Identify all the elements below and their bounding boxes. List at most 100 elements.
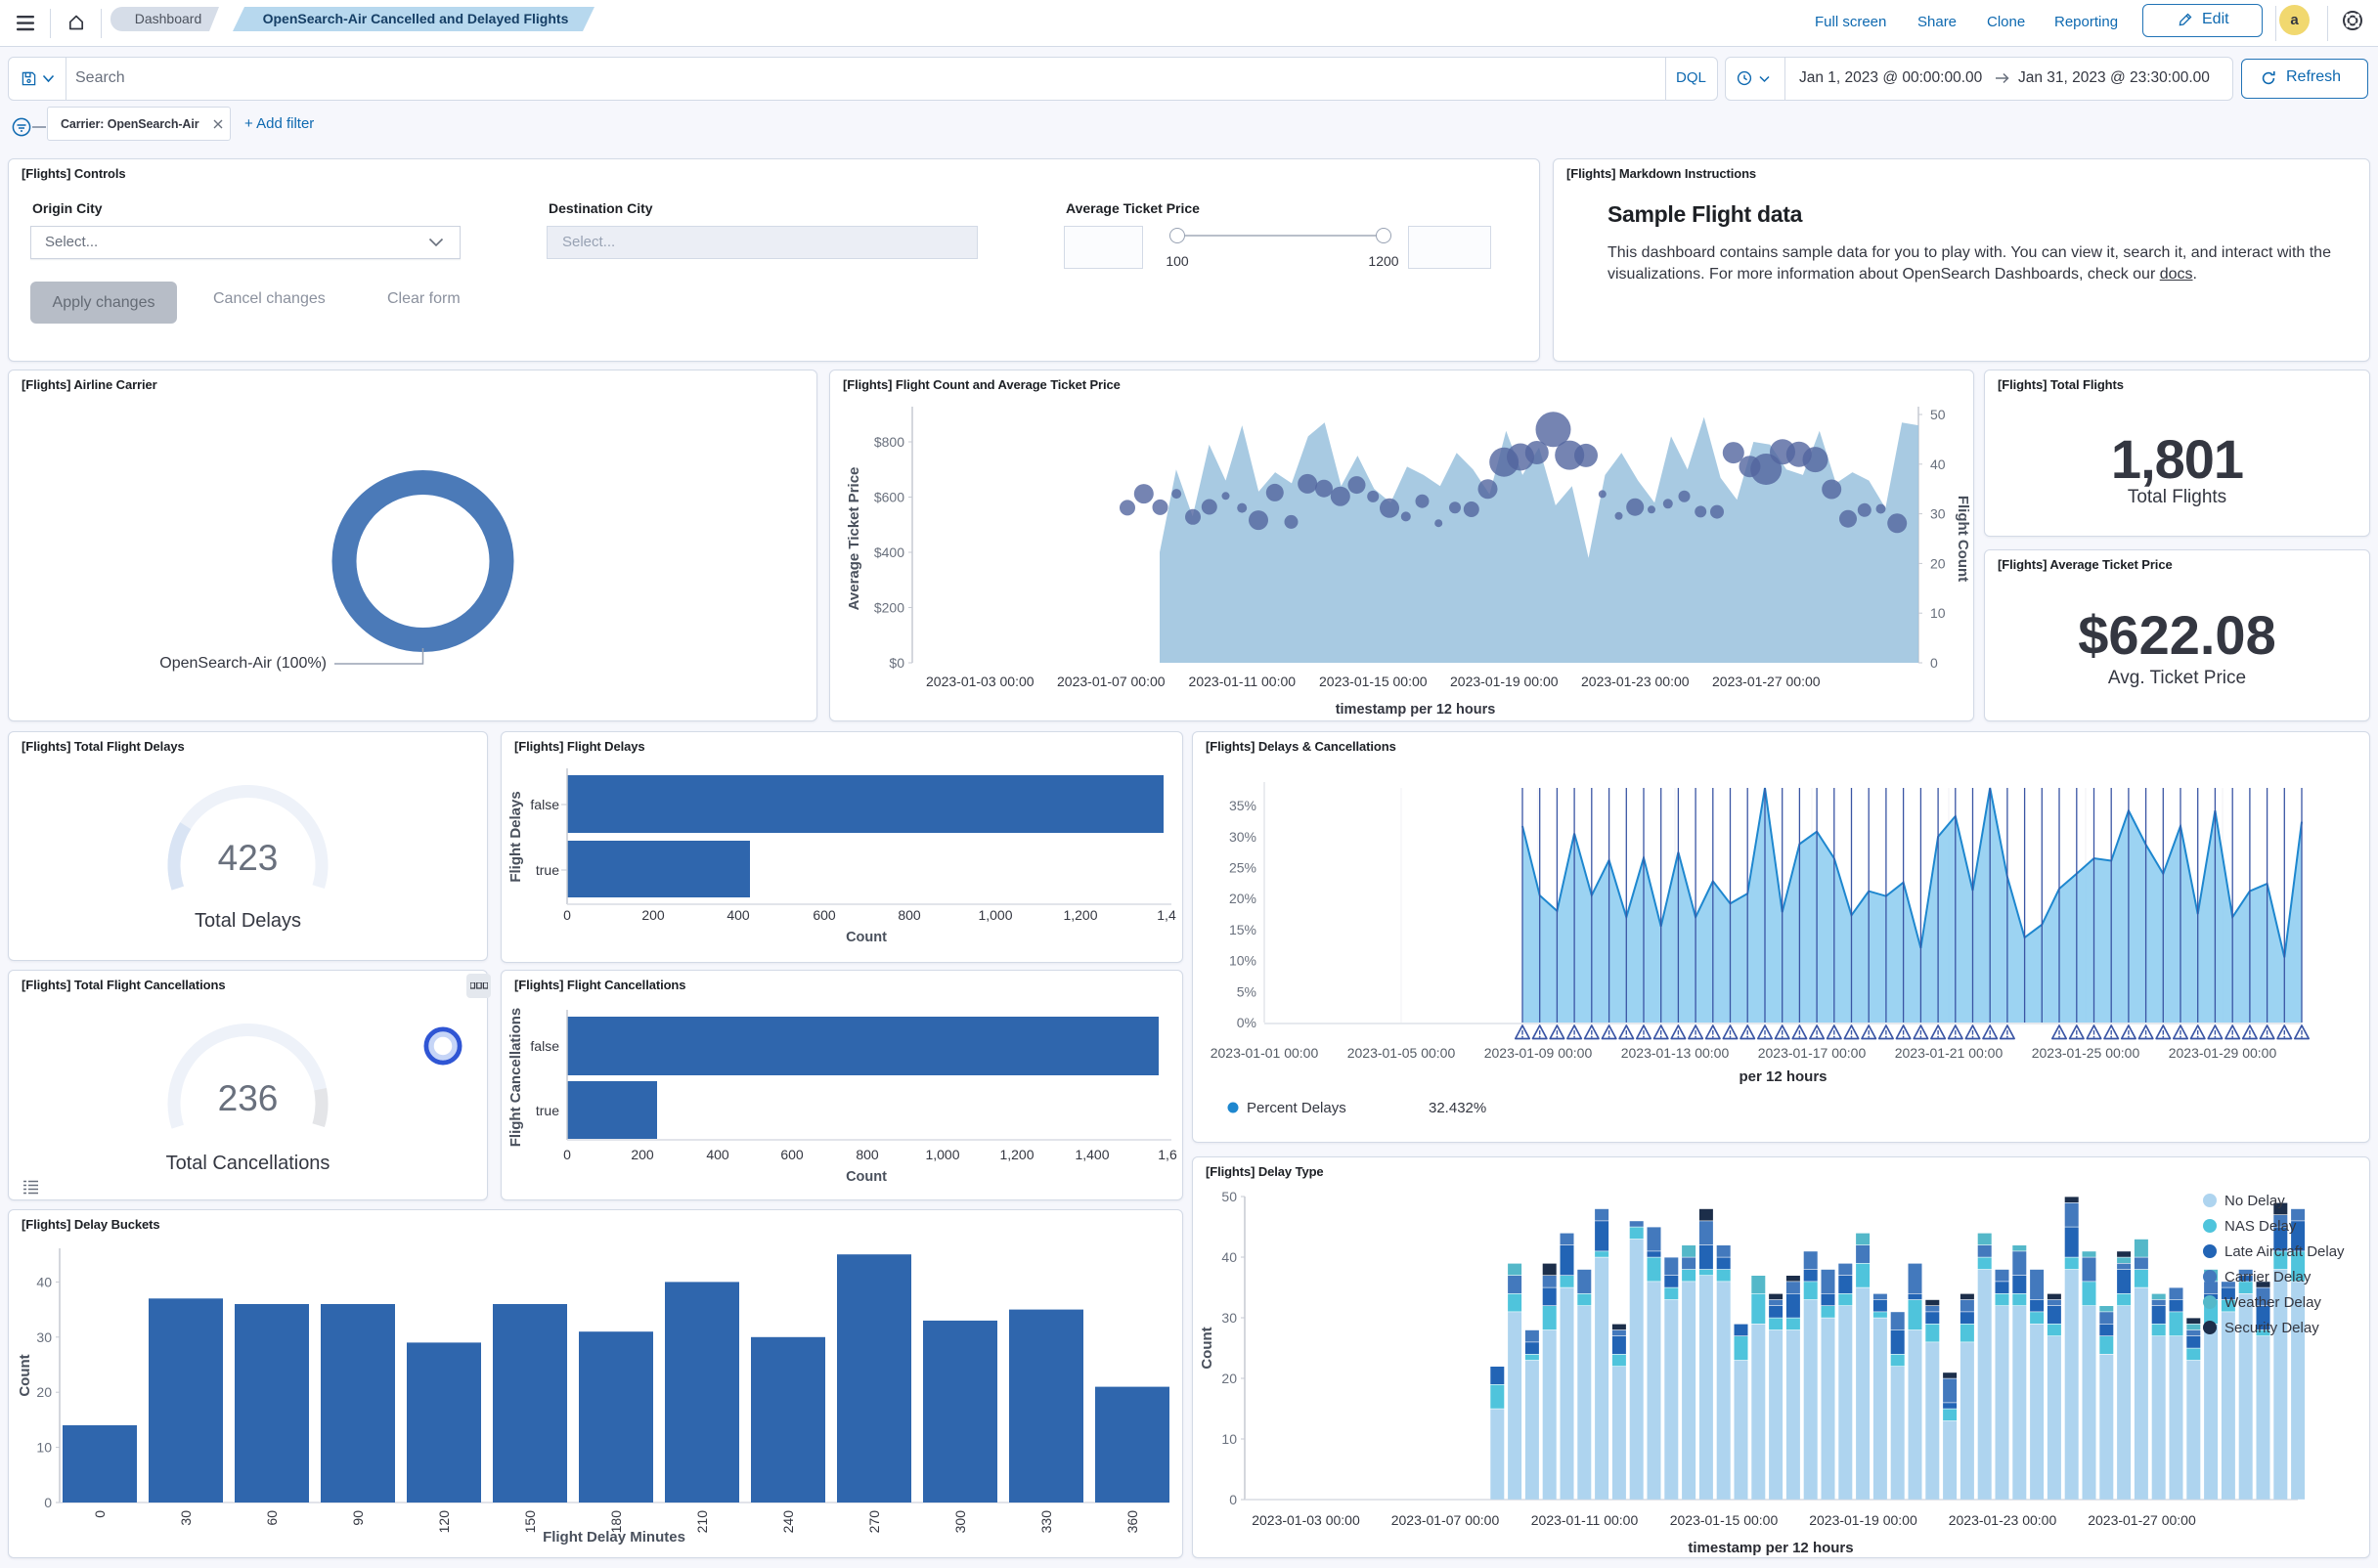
svg-text:10: 10 [1221,1431,1237,1447]
svg-text:30: 30 [1930,506,1946,522]
svg-text:0: 0 [1229,1492,1237,1507]
svg-text:2023-01-11 00:00: 2023-01-11 00:00 [1531,1512,1639,1528]
svg-text:Percent Delays: Percent Delays [1247,1100,1346,1116]
svg-text:Flight Count: Flight Count [1955,496,1971,582]
svg-text:5%: 5% [1237,983,1256,999]
svg-text:1,000: 1,000 [978,907,1012,923]
svg-text:2023-01-07 00:00: 2023-01-07 00:00 [1391,1512,1500,1528]
svg-text:Count: Count [17,1354,33,1396]
svg-text:false: false [530,1038,559,1054]
svg-text:800: 800 [898,907,921,923]
svg-text:1,000: 1,000 [925,1147,959,1162]
svg-text:Weather Delay: Weather Delay [2224,1294,2321,1311]
svg-text:Total Cancellations: Total Cancellations [166,1153,330,1174]
svg-text:20: 20 [1930,555,1946,571]
svg-text:25%: 25% [1229,860,1256,876]
svg-text:10: 10 [1930,605,1946,621]
svg-text:423: 423 [218,838,279,878]
svg-text:per 12 hours: per 12 hours [1739,1068,1827,1085]
svg-text:236: 236 [218,1078,279,1118]
svg-text:30%: 30% [1229,829,1256,845]
svg-text:$800: $800 [874,434,904,450]
svg-text:No Delay: No Delay [2224,1193,2285,1209]
svg-text:Flight Cancellations: Flight Cancellations [507,1008,524,1148]
svg-text:40: 40 [1930,457,1946,472]
svg-text:2023-01-19 00:00: 2023-01-19 00:00 [1450,674,1559,689]
svg-text:2023-01-13 00:00: 2023-01-13 00:00 [1621,1045,1730,1061]
svg-text:60: 60 [264,1510,280,1526]
svg-text:50: 50 [1930,407,1946,422]
svg-text:2023-01-27 00:00: 2023-01-27 00:00 [2088,1512,2196,1528]
svg-text:2023-01-29 00:00: 2023-01-29 00:00 [2169,1045,2277,1061]
svg-text:15%: 15% [1229,922,1256,937]
svg-text:40: 40 [36,1274,52,1289]
svg-text:$200: $200 [874,600,904,616]
svg-text:2023-01-01 00:00: 2023-01-01 00:00 [1211,1045,1319,1061]
svg-text:2023-01-03 00:00: 2023-01-03 00:00 [1252,1512,1360,1528]
svg-text:270: 270 [866,1510,882,1534]
svg-text:210: 210 [694,1510,710,1534]
svg-text:2023-01-05 00:00: 2023-01-05 00:00 [1347,1045,1456,1061]
svg-text:$0: $0 [889,655,904,671]
svg-text:Flight Delays: Flight Delays [507,791,524,882]
svg-text:30: 30 [178,1510,194,1526]
svg-text:NAS Delay: NAS Delay [2224,1218,2297,1235]
svg-text:600: 600 [780,1147,804,1162]
svg-text:1,4: 1,4 [1157,907,1176,923]
svg-text:1,200: 1,200 [1063,907,1097,923]
svg-text:400: 400 [727,907,750,923]
svg-text:Count: Count [846,1169,887,1185]
svg-text:120: 120 [436,1510,452,1534]
svg-text:Count: Count [1199,1327,1215,1369]
svg-text:200: 200 [641,907,665,923]
svg-text:2023-01-03 00:00: 2023-01-03 00:00 [926,674,1035,689]
svg-text:timestamp per 12 hours: timestamp per 12 hours [1688,1540,1853,1556]
svg-text:2023-01-15 00:00: 2023-01-15 00:00 [1670,1512,1779,1528]
svg-text:32.432%: 32.432% [1429,1100,1486,1116]
svg-text:10%: 10% [1229,953,1256,969]
svg-text:400: 400 [706,1147,729,1162]
svg-text:30: 30 [36,1329,52,1345]
svg-text:0: 0 [563,1147,571,1162]
svg-text:false: false [530,797,559,812]
svg-text:2023-01-11 00:00: 2023-01-11 00:00 [1189,674,1297,689]
svg-text:240: 240 [780,1510,796,1534]
svg-text:35%: 35% [1229,798,1256,813]
svg-text:true: true [536,1103,559,1118]
svg-text:Carrier Delay: Carrier Delay [2224,1269,2312,1285]
svg-text:20: 20 [1221,1371,1237,1386]
svg-text:Security Delay: Security Delay [2224,1320,2319,1336]
svg-text:Total Delays: Total Delays [195,910,301,932]
svg-text:300: 300 [952,1510,968,1534]
svg-text:1,6: 1,6 [1158,1147,1177,1162]
svg-text:Count: Count [846,930,887,945]
svg-text:Average Ticket Price: Average Ticket Price [846,467,862,611]
svg-text:true: true [536,862,559,878]
svg-text:2023-01-21 00:00: 2023-01-21 00:00 [1895,1045,2004,1061]
svg-text:0%: 0% [1237,1015,1256,1030]
svg-text:2023-01-27 00:00: 2023-01-27 00:00 [1712,674,1821,689]
svg-text:40: 40 [1221,1249,1237,1265]
svg-text:20%: 20% [1229,891,1256,906]
svg-text:$400: $400 [874,544,904,560]
svg-text:2023-01-07 00:00: 2023-01-07 00:00 [1057,674,1166,689]
svg-text:30: 30 [1221,1310,1237,1326]
svg-text:150: 150 [522,1510,538,1534]
svg-text:Flight Delay Minutes: Flight Delay Minutes [543,1529,685,1546]
svg-text:timestamp per 12 hours: timestamp per 12 hours [1336,702,1496,718]
svg-text:200: 200 [631,1147,654,1162]
svg-text:0: 0 [44,1495,52,1510]
svg-text:330: 330 [1038,1510,1054,1534]
svg-text:600: 600 [813,907,836,923]
svg-text:1,200: 1,200 [999,1147,1034,1162]
svg-text:2023-01-15 00:00: 2023-01-15 00:00 [1319,674,1428,689]
svg-text:OpenSearch-Air (100%): OpenSearch-Air (100%) [159,655,327,672]
svg-text:90: 90 [350,1510,366,1526]
svg-text:Late Aircraft Delay: Late Aircraft Delay [2224,1243,2345,1260]
svg-text:10: 10 [36,1440,52,1456]
svg-text:20: 20 [36,1384,52,1400]
svg-text:0: 0 [92,1510,108,1518]
svg-text:2023-01-23 00:00: 2023-01-23 00:00 [1949,1512,2057,1528]
svg-text:0: 0 [563,907,571,923]
svg-text:2023-01-19 00:00: 2023-01-19 00:00 [1809,1512,1917,1528]
